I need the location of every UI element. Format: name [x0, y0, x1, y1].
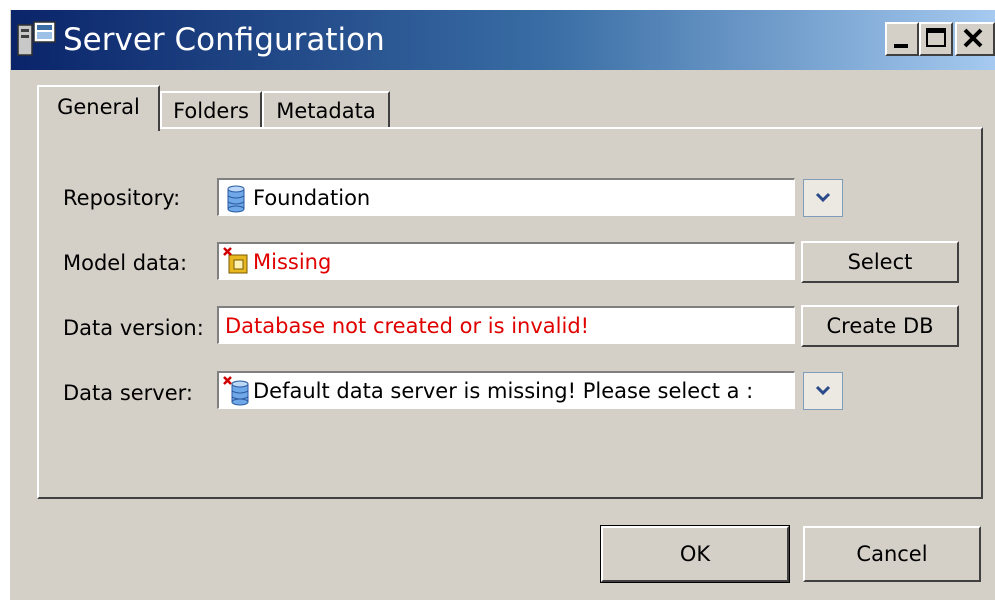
repository-field[interactable]: Foundation — [217, 178, 795, 216]
data-server-field[interactable]: Default data server is missing! Please s… — [217, 371, 795, 409]
model-data-value: Missing — [253, 250, 332, 274]
data-version-field[interactable]: Database not created or is invalid! — [217, 306, 795, 344]
tab-metadata[interactable]: Metadata — [262, 91, 390, 129]
server-config-icon — [17, 21, 56, 56]
ok-button-label: OK — [679, 542, 711, 566]
cancel-button[interactable]: Cancel — [803, 526, 981, 582]
data-version-label: Data version: — [63, 316, 204, 340]
model-data-label: Model data: — [63, 251, 188, 275]
chevron-down-icon — [815, 385, 831, 396]
maximize-button[interactable] — [919, 22, 953, 56]
title-bar[interactable]: Server Configuration — [11, 10, 995, 70]
window-title: Server Configuration — [63, 22, 385, 58]
minimize-button[interactable] — [885, 22, 919, 56]
select-button-label: Select — [847, 250, 913, 274]
tab-general[interactable]: General — [37, 85, 160, 131]
create-db-button[interactable]: Create DB — [801, 305, 959, 347]
select-button[interactable]: Select — [801, 241, 959, 283]
create-db-button-label: Create DB — [826, 314, 934, 338]
cancel-button-label: Cancel — [856, 542, 928, 566]
repository-label: Repository: — [63, 186, 181, 210]
data-server-value: Default data server is missing! Please s… — [253, 379, 754, 403]
tab-metadata-label: Metadata — [276, 99, 376, 123]
tab-folders-label: Folders — [173, 99, 249, 123]
package-error-icon — [223, 247, 248, 274]
maximize-icon — [926, 28, 946, 47]
data-server-label: Data server: — [63, 381, 193, 405]
tab-general-label: General — [57, 95, 140, 119]
chevron-down-icon — [815, 192, 831, 203]
database-icon — [227, 185, 245, 213]
model-data-field[interactable]: Missing — [217, 242, 795, 280]
minimize-icon — [894, 44, 908, 48]
ok-button[interactable]: OK — [600, 525, 790, 583]
tab-folders[interactable]: Folders — [160, 91, 262, 129]
general-tab-panel: Repository: Foundation Model data: Missi… — [37, 127, 983, 499]
close-button[interactable] — [955, 22, 995, 56]
server-configuration-window: Server Configuration General Folders Met… — [10, 10, 995, 600]
database-error-icon — [223, 376, 249, 406]
repository-value: Foundation — [253, 186, 371, 210]
data-server-dropdown-button[interactable] — [803, 372, 843, 410]
data-version-value: Database not created or is invalid! — [225, 314, 590, 338]
repository-dropdown-button[interactable] — [803, 179, 843, 217]
close-icon — [963, 28, 983, 48]
